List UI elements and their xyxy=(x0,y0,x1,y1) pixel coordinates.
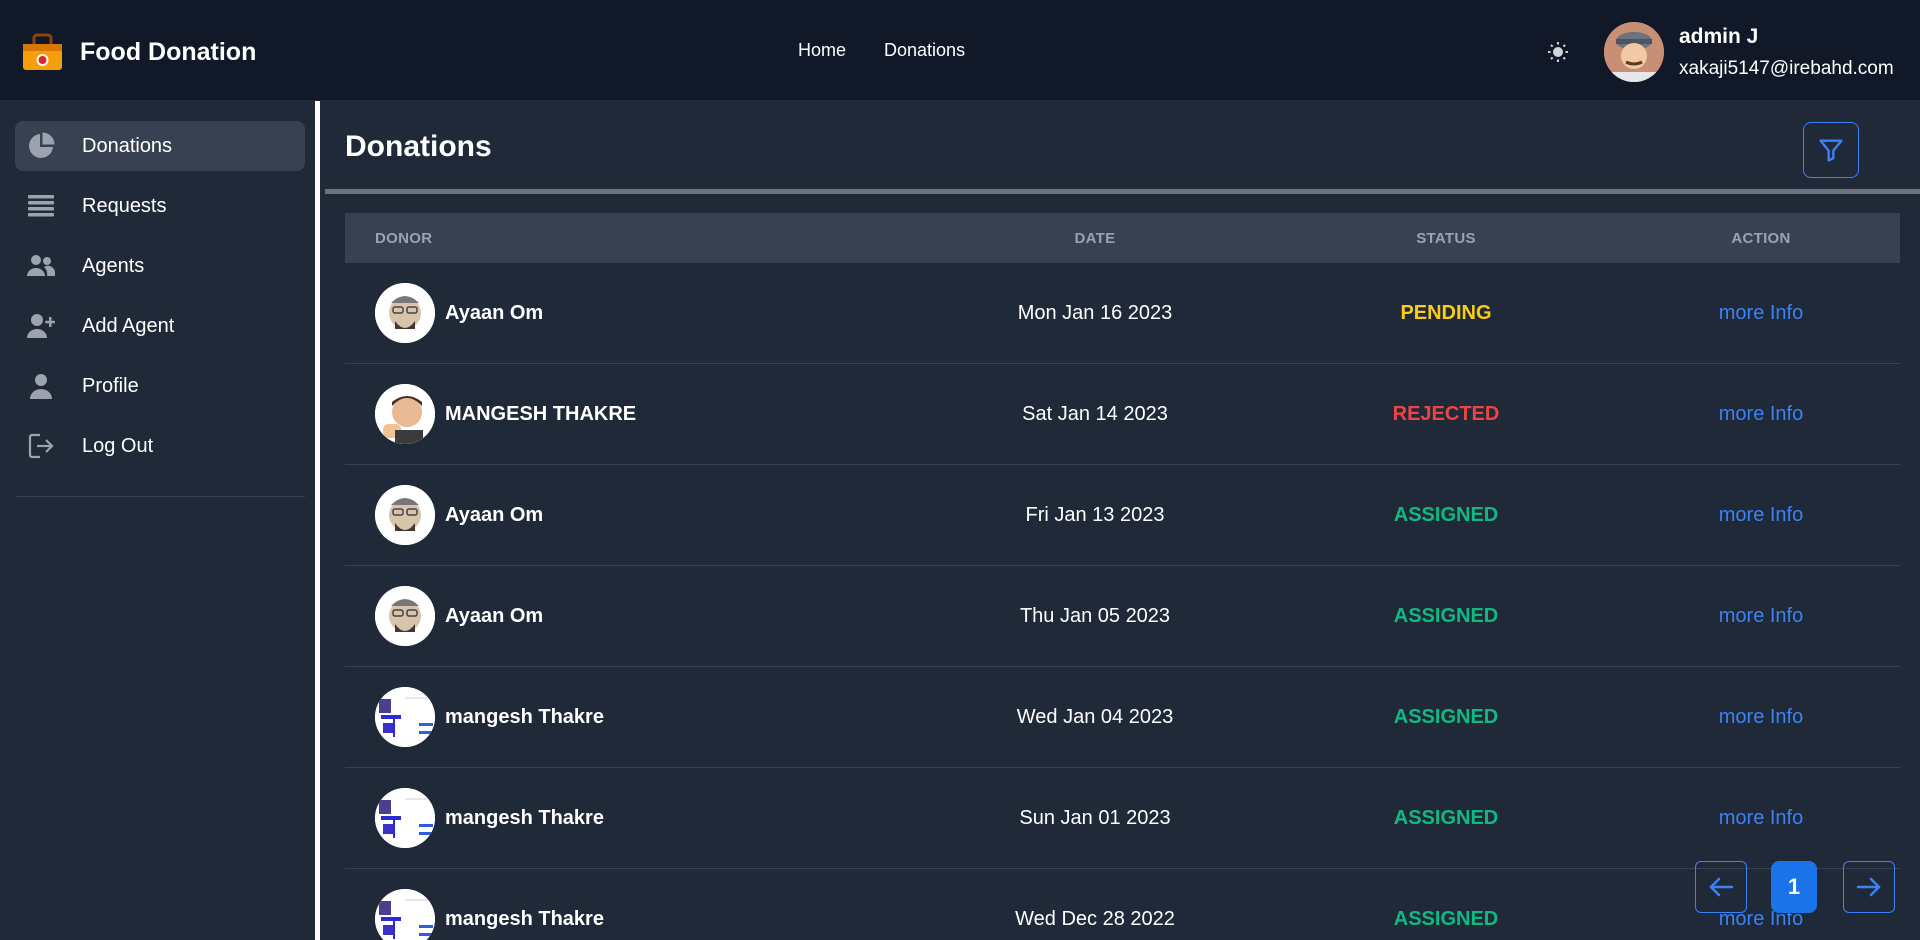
pie-chart-icon xyxy=(27,132,55,160)
user-email: xakaji5147@irebahd.com xyxy=(1679,58,1894,79)
sidebar-item-donations[interactable]: Donations xyxy=(15,121,305,171)
donor-name: Ayaan Om xyxy=(445,301,544,324)
sidebar-item-requests[interactable]: Requests xyxy=(15,181,305,231)
donor-avatar xyxy=(375,586,435,646)
arrow-left-icon xyxy=(1709,877,1734,897)
donation-date: Thu Jan 05 2023 xyxy=(1019,604,1171,627)
table-row: mangesh Thakre Wed Jan 04 2023 ASSIGNED … xyxy=(345,667,1900,768)
nav-donations-link[interactable]: Donations xyxy=(884,40,965,61)
sidebar-item-add-agent[interactable]: Add Agent xyxy=(15,301,305,351)
user-icon xyxy=(27,372,55,400)
top-nav: Home Donations xyxy=(798,40,965,61)
logout-icon xyxy=(27,432,55,460)
table-header: DONOR DATE STATUS ACTION xyxy=(345,213,1900,263)
users-icon xyxy=(27,252,55,280)
user-name: admin J xyxy=(1679,25,1759,48)
status-badge: PENDING xyxy=(1400,301,1492,324)
user-plus-icon xyxy=(27,312,55,340)
sidebar-item-agents[interactable]: Agents xyxy=(15,241,305,291)
donor-avatar xyxy=(375,788,435,848)
donor-name: MANGESH THAKRE xyxy=(445,402,637,425)
donation-date: Sat Jan 14 2023 xyxy=(1022,402,1168,425)
sidebar-item-label: Log Out xyxy=(82,434,154,457)
arrow-right-icon xyxy=(1856,877,1881,897)
table-row: Ayaan Om Thu Jan 05 2023 ASSIGNED more I… xyxy=(345,566,1900,667)
current-page-button[interactable]: 1 xyxy=(1771,861,1817,913)
main-content: Donations DONOR DATE STATUS ACTION Ayaan… xyxy=(325,101,1920,940)
sidebar-item-label: Donations xyxy=(82,134,173,157)
list-icon xyxy=(27,192,55,220)
table-row: Ayaan Om Fri Jan 13 2023 ASSIGNED more I… xyxy=(345,465,1900,566)
table-row: mangesh Thakre Sun Jan 01 2023 ASSIGNED … xyxy=(345,768,1900,869)
status-badge: ASSIGNED xyxy=(1393,503,1499,526)
column-header-donor: DONOR xyxy=(375,229,433,247)
donations-table: DONOR DATE STATUS ACTION Ayaan Om Mon Ja… xyxy=(345,213,1900,940)
column-header-date: DATE xyxy=(1074,229,1116,247)
next-page-button[interactable] xyxy=(1843,861,1895,913)
donation-date: Fri Jan 13 2023 xyxy=(1025,503,1165,526)
brand[interactable]: Food Donation xyxy=(20,32,256,72)
more-info-link[interactable]: more Info xyxy=(1622,807,1900,830)
sidebar-divider xyxy=(16,496,305,497)
donor-avatar xyxy=(375,889,435,940)
sidebar-item-label: Agents xyxy=(82,254,145,277)
food-box-logo-icon xyxy=(20,32,65,72)
sidebar-item-logout[interactable]: Log Out xyxy=(15,421,305,471)
sidebar: Donations Requests Agents Add Agent Prof… xyxy=(0,101,320,940)
column-header-action: ACTION xyxy=(1731,229,1791,247)
filter-icon xyxy=(1819,139,1843,162)
status-badge: ASSIGNED xyxy=(1393,806,1499,829)
donor-avatar xyxy=(375,283,435,343)
donation-date: Wed Dec 28 2022 xyxy=(1015,907,1175,930)
table-row: mangesh Thakre Wed Dec 28 2022 ASSIGNED … xyxy=(345,869,1900,940)
sun-icon[interactable] xyxy=(1546,40,1570,64)
donation-date: Sun Jan 01 2023 xyxy=(1019,806,1171,829)
page-title: Donations xyxy=(345,130,492,163)
donor-avatar xyxy=(375,687,435,747)
sidebar-item-label: Profile xyxy=(82,374,139,397)
donor-name: mangesh Thakre xyxy=(445,705,604,728)
more-info-link[interactable]: more Info xyxy=(1622,403,1900,426)
status-badge: ASSIGNED xyxy=(1393,705,1499,728)
brand-name: Food Donation xyxy=(80,37,257,66)
sidebar-item-profile[interactable]: Profile xyxy=(15,361,305,411)
status-badge: ASSIGNED xyxy=(1393,907,1499,930)
more-info-link[interactable]: more Info xyxy=(1622,302,1900,325)
title-divider xyxy=(325,189,1920,194)
more-info-link[interactable]: more Info xyxy=(1622,706,1900,729)
donor-name: Ayaan Om xyxy=(445,604,544,627)
donation-date: Mon Jan 16 2023 xyxy=(1017,301,1173,324)
table-row: MANGESH THAKRE Sat Jan 14 2023 REJECTED … xyxy=(345,364,1900,465)
donor-name: mangesh Thakre xyxy=(445,907,604,930)
donor-name: Ayaan Om xyxy=(445,503,544,526)
donation-date: Wed Jan 04 2023 xyxy=(1016,705,1174,728)
status-badge: REJECTED xyxy=(1392,402,1500,425)
filter-button[interactable] xyxy=(1803,122,1859,178)
more-info-link[interactable]: more Info xyxy=(1622,504,1900,527)
sidebar-item-label: Add Agent xyxy=(82,314,175,337)
status-badge: ASSIGNED xyxy=(1393,604,1499,627)
donor-avatar xyxy=(375,384,435,444)
top-navbar: Food Donation Home Donations admin J xak… xyxy=(0,0,1920,101)
table-row: Ayaan Om Mon Jan 16 2023 PENDING more In… xyxy=(345,263,1900,364)
column-header-status: STATUS xyxy=(1416,229,1476,247)
donor-avatar xyxy=(375,485,435,545)
prev-page-button[interactable] xyxy=(1695,861,1747,913)
more-info-link[interactable]: more Info xyxy=(1622,605,1900,628)
donor-name: mangesh Thakre xyxy=(445,806,604,829)
nav-home-link[interactable]: Home xyxy=(798,40,846,61)
sidebar-item-label: Requests xyxy=(82,194,167,217)
user-avatar[interactable] xyxy=(1604,22,1664,82)
